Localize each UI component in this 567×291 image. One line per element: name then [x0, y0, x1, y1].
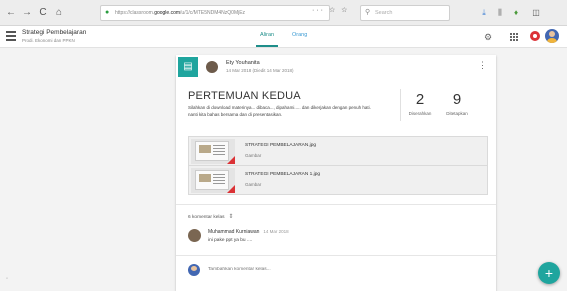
more-options-icon[interactable]: ⋮ — [478, 61, 487, 70]
assigned-label: Ditetapkan — [446, 111, 468, 116]
hamburger-menu-icon[interactable] — [6, 31, 16, 41]
comment-header: Muhammad Kurniawan 14 Mar 2018 — [208, 229, 289, 235]
settings-gear-icon[interactable]: ⚙ — [482, 31, 494, 43]
add-fab-button[interactable]: + — [538, 262, 560, 284]
current-user-avatar — [188, 264, 200, 276]
image-badge-icon — [227, 185, 235, 193]
description-line-1: Silahkan di download materinya... dibaca… — [188, 105, 371, 110]
sidebar-toggle-icon[interactable]: ◫ — [530, 6, 542, 20]
class-comment-input[interactable] — [208, 267, 408, 272]
reload-icon[interactable]: C — [36, 6, 50, 20]
url-path: /u/1/c/MTE5NDM4NzQ0MjEz — [180, 10, 246, 16]
search-placeholder: Search — [375, 10, 393, 16]
comment-date: 14 Mar 2018 — [263, 229, 289, 234]
home-icon[interactable]: ⌂ — [52, 6, 66, 20]
url-prefix: https://classroom. — [115, 10, 155, 16]
commenter-avatar — [188, 229, 201, 242]
assignment-title: PERTEMUAN KEDUA — [188, 90, 301, 102]
class-subtitle: Prodi. Ekonomi dan PPKN — [22, 38, 75, 43]
search-icon: ⚲ — [365, 9, 371, 16]
section-divider — [176, 204, 496, 205]
turned-in-count[interactable]: 2 — [405, 91, 435, 108]
image-badge-icon — [227, 156, 235, 164]
profile-avatar[interactable] — [545, 29, 559, 43]
address-bar[interactable]: ● https://classroom.google.com/u/1/c/MTE… — [100, 5, 330, 21]
download-icon[interactable]: ⤓ — [478, 6, 490, 20]
class-comments-toggle[interactable]: 6 komentar kelas ⇕ — [188, 213, 234, 220]
tab-aliran[interactable]: Aliran — [255, 32, 279, 47]
section-divider — [176, 255, 496, 256]
class-title[interactable]: Strategi Pembelajaran — [22, 29, 86, 36]
assignment-card: ▤ Ety Youhanita 14 Mar 2018 (Diedit 14 M… — [176, 55, 496, 291]
tab-orang[interactable]: Orang — [292, 32, 307, 38]
comment-text: ini pake ppt ya bu .... — [208, 238, 253, 243]
description-line-2: nanti kita bahas bersama dan di presenta… — [188, 111, 283, 117]
author-avatar — [206, 61, 218, 73]
notification-icon[interactable] — [530, 31, 540, 41]
forward-icon[interactable]: → — [20, 6, 34, 20]
commenter-name: Muhammad Kurniawan — [208, 229, 260, 235]
attachment-type: Gambar — [245, 153, 262, 158]
attachment-thumbnail — [191, 168, 235, 193]
attachment-name: STRATEGI PEMBELAJARAN 1.jpg — [245, 172, 321, 177]
lock-icon: ● — [105, 9, 110, 16]
url-domain: google.com — [154, 10, 181, 16]
attachment-name: STRATEGI PEMBELAJARAN.jpg — [245, 143, 317, 148]
attachment-thumbnail — [191, 139, 235, 164]
turned-in-label: Diserahkan — [408, 111, 432, 116]
assignment-icon: ▤ — [178, 57, 198, 77]
attachment-type: Gambar — [245, 182, 262, 187]
browser-search-input[interactable]: ⚲ Search — [360, 5, 450, 21]
attachment-item[interactable]: STRATEGI PEMBELAJARAN 1.jpg Gambar — [188, 165, 488, 195]
library-icon[interactable]: ⫼ — [494, 6, 506, 20]
expand-icon: ⇕ — [228, 214, 234, 220]
stats-divider — [400, 89, 401, 121]
assignment-description: Silahkan di download materinya... dibaca… — [188, 105, 388, 118]
page-actions-icons[interactable]: ··· ☆ ☆ — [312, 6, 349, 14]
extension-icon[interactable]: ♦ — [510, 6, 522, 20]
post-date: 14 Mar 2018 (Diedit 14 Mar 2018) — [226, 68, 294, 73]
comments-count-label: 6 komentar kelas — [188, 215, 225, 220]
assigned-count[interactable]: 9 — [442, 91, 472, 108]
app-header: Strategi Pembelajaran Prodi. Ekonomi dan… — [0, 26, 567, 48]
browser-toolbar: ← → C ⌂ ● https://classroom.google.com/u… — [0, 0, 567, 26]
apps-grid-icon[interactable] — [510, 33, 518, 41]
back-icon[interactable]: ← — [4, 6, 18, 20]
author-name: Ety Youhanita — [226, 60, 260, 66]
scroll-hint-icon: ◦ — [6, 276, 9, 282]
attachment-item[interactable]: STRATEGI PEMBELAJARAN.jpg Gambar — [188, 136, 488, 166]
